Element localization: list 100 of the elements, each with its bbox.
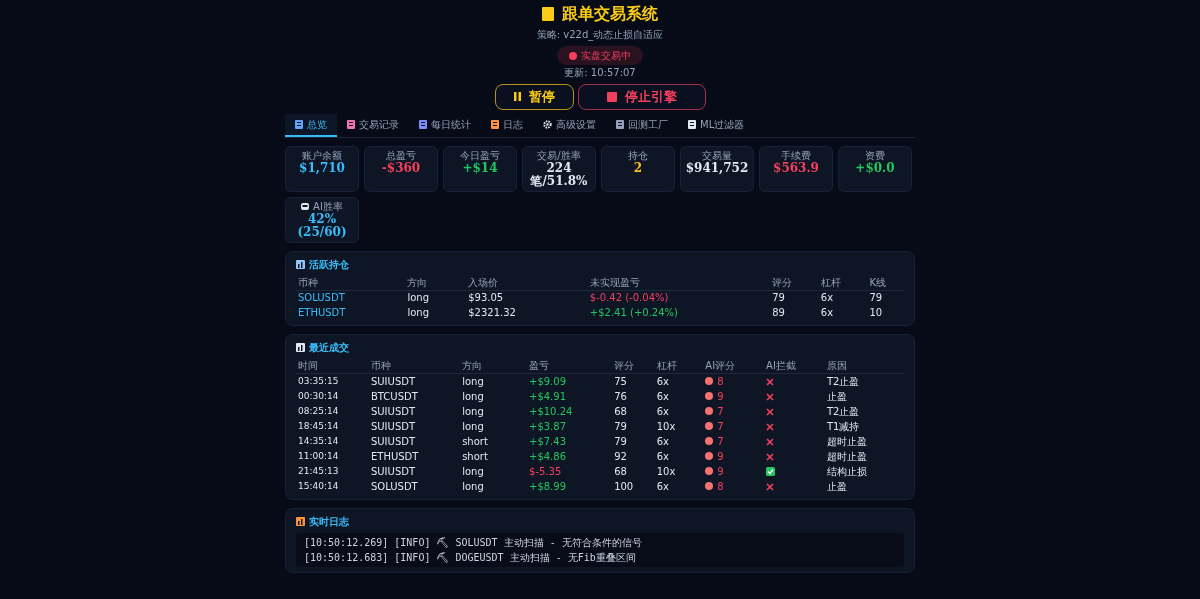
stop-button[interactable]: 停止引擎 <box>577 84 706 110</box>
table-cell-text: 00:30:14 <box>297 389 340 403</box>
table-cell: $93.05 <box>466 290 588 306</box>
document-icon <box>688 119 696 129</box>
table-cell-text: 6x <box>655 404 670 419</box>
status-dot-icon <box>705 482 714 491</box>
table-cell-text: short <box>461 434 489 449</box>
table-cell-text: SUIUSDT <box>369 419 417 434</box>
table-cell: 6x <box>654 373 704 389</box>
tab[interactable]: 日志 <box>481 113 533 137</box>
stat-value: $941,752 <box>685 161 749 175</box>
column-header: 原因 <box>824 359 904 374</box>
stat-label: 交易/胜率 <box>537 148 581 162</box>
table-cell-text: 6x <box>655 434 670 449</box>
ai-score: 9 <box>717 389 724 403</box>
app-title: 跟单交易系统 <box>562 4 658 24</box>
status-dot-icon <box>705 422 714 431</box>
table-cell-text: 止盈 <box>825 479 848 494</box>
document-icon <box>419 119 427 129</box>
table-cell: 75 <box>612 373 655 389</box>
table-cell-text: 止盈 <box>825 389 848 404</box>
table-cell-text: 21:45:13 <box>297 464 340 478</box>
table-cell-text: +$8.99 <box>528 479 568 494</box>
stat-value: $1,710 <box>299 161 345 175</box>
table-cell-text: 89 <box>771 306 786 321</box>
square-icon <box>542 6 554 21</box>
table-cell-text: SUIUSDT <box>369 434 417 449</box>
status-dot-icon <box>705 407 714 416</box>
stat-label: 总盈亏 <box>386 148 416 162</box>
dot-icon <box>569 51 577 60</box>
stat-value: 42% (25/60) <box>296 212 348 240</box>
document-icon <box>295 119 303 129</box>
stat-value: 224笔/51.8% <box>529 161 589 189</box>
status-dot-icon <box>705 467 714 476</box>
tab[interactable]: 回测工厂 <box>606 113 678 137</box>
table-cell: T2止盈 <box>824 373 904 389</box>
log-line: [10:50:12.683] [INFO] ⛏ DOGEUSDT 主动扫描 - 无Fib重叠区间 <box>304 550 637 565</box>
table-cell-text: 18:45:14 <box>297 419 340 433</box>
status-dot-icon <box>705 377 714 386</box>
table-cell-text: $2321.32 <box>467 306 517 321</box>
table-cell-text: 100 <box>613 479 635 494</box>
tab[interactable]: ML过滤器 <box>678 113 755 137</box>
table-cell-text: long <box>461 464 485 479</box>
stat-label: AI胜率 <box>313 199 343 213</box>
table-cell-text: 76 <box>613 389 628 404</box>
table-cell: 79 <box>770 290 819 306</box>
table-cell-text: T2止盈 <box>825 404 861 419</box>
strategy-subtitle: 策略: v22d_动态止损自适应 <box>536 29 664 41</box>
stat-label: 账户余额 <box>302 148 342 162</box>
table-cell-text: $-5.35 <box>528 464 563 479</box>
table-cell-text: +$3.87 <box>528 419 568 434</box>
stat-value: 2 <box>633 161 643 175</box>
status-dot-icon <box>705 437 714 446</box>
table-cell-text: 6x <box>819 306 835 321</box>
tab[interactable]: 总览 <box>285 113 337 137</box>
stat-value: $563.9 <box>773 161 819 175</box>
table-cell: 03:35:15 <box>296 373 369 389</box>
document-icon <box>616 119 624 129</box>
table-cell: long <box>460 373 527 389</box>
ai-score: 9 <box>717 449 724 463</box>
table-cell-text: 超时止盈 <box>825 434 868 449</box>
stop-icon <box>606 91 617 102</box>
panel-title: 实时日志 <box>309 514 349 529</box>
document-icon <box>491 119 499 129</box>
column-header: 盈亏 <box>527 359 613 374</box>
ai-score: 7 <box>717 404 724 418</box>
tab[interactable]: 高级设置 <box>533 113 606 137</box>
table-cell-text: BTCUSDT <box>369 389 419 404</box>
document-icon <box>347 119 355 129</box>
table-cell-text: 14:35:14 <box>297 434 340 448</box>
table-cell: SUIUSDT <box>368 373 461 389</box>
column-header: 杠杆 <box>818 275 868 291</box>
table-cell: SOLUSDT <box>296 290 406 306</box>
table-cell: 79 <box>867 290 904 306</box>
column-header: 方向 <box>460 359 527 374</box>
column-header: 方向 <box>405 275 467 291</box>
table-cell-text: ETHUSDT <box>369 449 420 464</box>
panel-title: 活跃持仓 <box>309 257 349 272</box>
table-cell-text: 结构止损 <box>825 464 868 479</box>
table-cell-text: 10x <box>655 464 677 479</box>
column-header: 入场价 <box>466 275 588 291</box>
tab[interactable]: 每日统计 <box>409 113 481 137</box>
column-header: 币种 <box>296 275 406 291</box>
table-cell-text: 6x <box>655 479 670 494</box>
status-dot-icon <box>705 392 714 401</box>
pause-button[interactable]: 暂停 <box>494 84 574 110</box>
pause-icon <box>513 92 521 102</box>
column-header: AI拦截 <box>764 359 825 374</box>
table-cell-text: 08:25:14 <box>297 404 340 418</box>
column-header: 杠杆 <box>654 359 704 374</box>
stat-label: 今日盈亏 <box>460 148 500 162</box>
table-cell-text: SUIUSDT <box>369 464 417 479</box>
gear-icon <box>543 119 552 129</box>
column-header: AI评分 <box>703 359 765 374</box>
ai-score: 7 <box>717 419 724 433</box>
column-header: 时间 <box>296 359 369 374</box>
tab[interactable]: 交易记录 <box>337 113 409 137</box>
column-header: K线 <box>867 275 904 291</box>
chart-icon <box>296 343 305 353</box>
stat-label: 资费 <box>865 148 885 162</box>
